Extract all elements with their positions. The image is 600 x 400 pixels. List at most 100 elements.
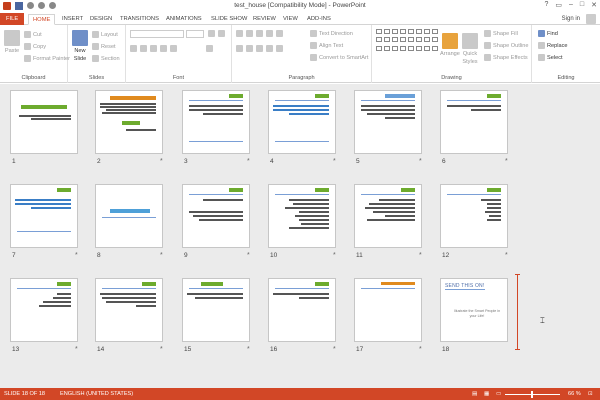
align-text-button[interactable]: Align Text [310,42,343,49]
slide-thumbnail-7[interactable] [10,184,78,248]
paste-button[interactable]: Paste [4,30,20,54]
slide-number-4: 4 [270,158,274,165]
sign-in-link[interactable]: Sign in [562,16,580,22]
language-status[interactable]: ENGLISH (UNITED STATES) [60,391,133,397]
slide-thumbnail-13[interactable] [10,278,78,342]
shadow-button[interactable] [160,45,167,52]
slide-thumbnail-18[interactable]: SEND THIS ON! Illustrate the Smart Peopl… [440,278,508,342]
zoom-level[interactable]: 66 % [568,391,581,397]
tab-slide-show[interactable]: SLIDE SHOW [207,14,251,25]
layout-button[interactable]: Layout [92,31,118,38]
font-name-select[interactable] [130,30,184,38]
arrange-icon [441,33,458,49]
animation-star-icon: * [333,158,336,165]
slide-thumbnail-1[interactable] [10,90,78,154]
decrease-indent-button[interactable] [256,30,263,37]
cut-button[interactable]: Cut [24,31,42,38]
slide-thumbnail-17[interactable] [354,278,422,342]
select-button[interactable]: Select [538,54,563,61]
quick-styles-button[interactable]: Quick Styles [462,33,478,65]
animation-star-icon: * [247,252,250,259]
tab-home[interactable]: HOME [28,14,56,25]
slide-thumbnail-11[interactable] [354,184,422,248]
slide-thumbnail-5[interactable] [354,90,422,154]
columns-button[interactable] [276,45,283,52]
section-button[interactable]: Section [92,55,120,62]
find-button[interactable]: Find [538,30,558,37]
tab-add-ins[interactable]: ADD-INS [303,14,335,25]
slide-thumbnail-9[interactable] [182,184,250,248]
font-group: Font [126,25,232,83]
strikethrough-button[interactable] [170,45,177,52]
shapes-gallery[interactable] [376,29,438,53]
replace-icon [538,42,545,49]
grow-font-button[interactable] [208,30,215,37]
text-direction-icon [310,30,317,37]
italic-button[interactable] [140,45,147,52]
increase-indent-icon [266,30,273,37]
justify-button[interactable] [266,45,273,52]
shape-effects-button[interactable]: Shape Effects [484,54,528,61]
slide-number-3: 3 [184,158,188,165]
shrink-font-icon [218,30,225,37]
numbering-button[interactable] [246,30,253,37]
animation-star-icon: * [333,252,336,259]
help-icon[interactable]: ? [544,1,548,9]
shape-outline-button[interactable]: Shape Outline [484,42,528,49]
align-left-button[interactable] [236,45,243,52]
increase-indent-button[interactable] [266,30,273,37]
slide-thumbnail-8[interactable] [95,184,163,248]
slide-thumbnail-3[interactable] [182,90,250,154]
slide-thumbnail-15[interactable] [182,278,250,342]
tab-review[interactable]: REVIEW [249,14,280,25]
slide-thumbnail-14[interactable] [95,278,163,342]
format-painter-button[interactable]: Format Painter [24,55,70,62]
reset-button[interactable]: Reset [92,43,116,50]
avatar[interactable] [586,14,596,24]
fit-to-window-icon[interactable]: ⊡ [588,391,593,397]
tab-transitions[interactable]: TRANSITIONS [116,14,163,25]
smartart-icon [310,54,317,61]
tab-animations[interactable]: ANIMATIONS [162,14,206,25]
bullets-button[interactable] [236,30,243,37]
find-icon [538,30,545,37]
tab-insert[interactable]: INSERT [58,14,87,25]
bold-button[interactable] [130,45,137,52]
shape-fill-button[interactable]: Shape Fill [484,30,518,37]
reading-view-icon[interactable]: ▭ [496,391,501,397]
align-center-button[interactable] [246,45,253,52]
slide-thumbnail-6[interactable] [440,90,508,154]
shrink-font-button[interactable] [218,30,225,37]
maximize-icon[interactable]: □ [580,1,584,9]
zoom-slider-handle[interactable] [531,391,533,398]
replace-button[interactable]: Replace [538,42,568,49]
tab-view[interactable]: VIEW [279,14,302,25]
line-spacing-button[interactable] [276,30,283,37]
tab-file[interactable]: FILE [0,13,25,25]
align-right-button[interactable] [256,45,263,52]
copy-button[interactable]: Copy [24,43,46,50]
paintbrush-icon [24,55,31,62]
new-slide-button[interactable]: New Slide [72,30,88,62]
font-color-button[interactable] [206,45,213,52]
line-spacing-icon [276,30,283,37]
ribbon-display-icon[interactable]: ▭ [555,1,562,9]
slide-thumbnail-4[interactable] [268,90,336,154]
underline-button[interactable] [150,45,157,52]
slide-thumbnail-16[interactable] [268,278,336,342]
arrange-button[interactable]: Arrange [440,33,460,57]
slide-number-6: 6 [442,158,446,165]
tab-design[interactable]: DESIGN [86,14,116,25]
close-icon[interactable]: ✕ [591,1,597,9]
text-direction-button[interactable]: Text Direction [310,30,353,37]
justify-icon [266,45,273,52]
normal-view-icon[interactable]: ▤ [472,391,477,397]
slide-thumbnail-12[interactable] [440,184,508,248]
slide-sorter-view-icon[interactable]: ▦ [484,391,489,397]
minimize-icon[interactable]: – [569,1,573,9]
slide-thumbnail-10[interactable] [268,184,336,248]
convert-smartart-button[interactable]: Convert to SmartArt [310,54,368,61]
slide-number-13: 13 [12,346,20,353]
slide-thumbnail-2[interactable] [95,90,163,154]
font-size-select[interactable] [186,30,204,38]
